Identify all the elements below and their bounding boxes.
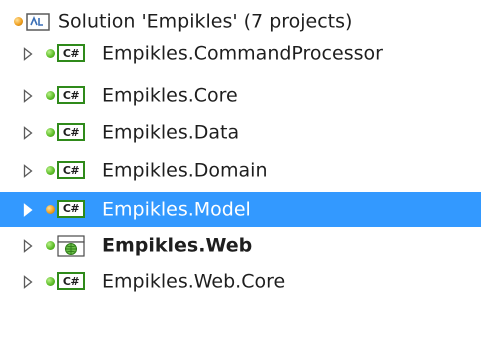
solution-icon: [26, 13, 50, 31]
csharp-project-icon: C#: [57, 44, 85, 62]
csharp-project-icon: C#: [57, 161, 85, 179]
project-status-icon: [46, 128, 55, 137]
solution-node[interactable]: Solution 'Empikles' (7 projects): [0, 6, 481, 38]
project-label: Empikles.Model: [102, 198, 251, 221]
project-label: Empikles.Web: [102, 234, 253, 257]
project-node-core[interactable]: C# Empikles.Core: [0, 80, 481, 112]
project-label: Empikles.Domain: [102, 159, 268, 182]
project-status-icon: [46, 241, 55, 250]
web-project-icon: [57, 235, 85, 257]
project-node-model[interactable]: C# Empikles.Model: [0, 192, 481, 227]
project-status-icon: [46, 49, 55, 58]
expand-arrow-icon[interactable]: [23, 126, 33, 140]
project-status-icon: [46, 166, 55, 175]
project-status-icon: [46, 91, 55, 100]
csharp-project-icon: C#: [57, 86, 85, 104]
solution-label: Solution 'Empikles' (7 projects): [58, 10, 353, 33]
project-node-web[interactable]: Empikles.Web: [0, 230, 481, 262]
project-label: Empikles.CommandProcessor: [102, 42, 383, 65]
project-node-commandprocessor[interactable]: C# Empikles.CommandProcessor: [0, 38, 481, 70]
project-node-web-core[interactable]: C# Empikles.Web.Core: [0, 266, 481, 298]
project-status-icon: [46, 277, 55, 286]
csharp-project-icon: C#: [57, 199, 85, 218]
expand-arrow-icon[interactable]: [23, 164, 33, 178]
expand-arrow-icon[interactable]: [23, 89, 33, 103]
expand-arrow-icon[interactable]: [23, 202, 33, 217]
expand-arrow-icon[interactable]: [23, 239, 33, 253]
project-label: Empikles.Core: [102, 84, 238, 107]
project-node-data[interactable]: C# Empikles.Data: [0, 117, 481, 149]
csharp-project-icon: C#: [57, 123, 85, 141]
project-label: Empikles.Web.Core: [102, 270, 286, 293]
expand-arrow-icon[interactable]: [23, 47, 33, 61]
project-status-icon: [46, 204, 55, 214]
project-node-domain[interactable]: C# Empikles.Domain: [0, 155, 481, 187]
project-label: Empikles.Data: [102, 121, 240, 144]
expand-arrow-icon[interactable]: [23, 275, 33, 289]
csharp-project-icon: C#: [57, 272, 85, 290]
